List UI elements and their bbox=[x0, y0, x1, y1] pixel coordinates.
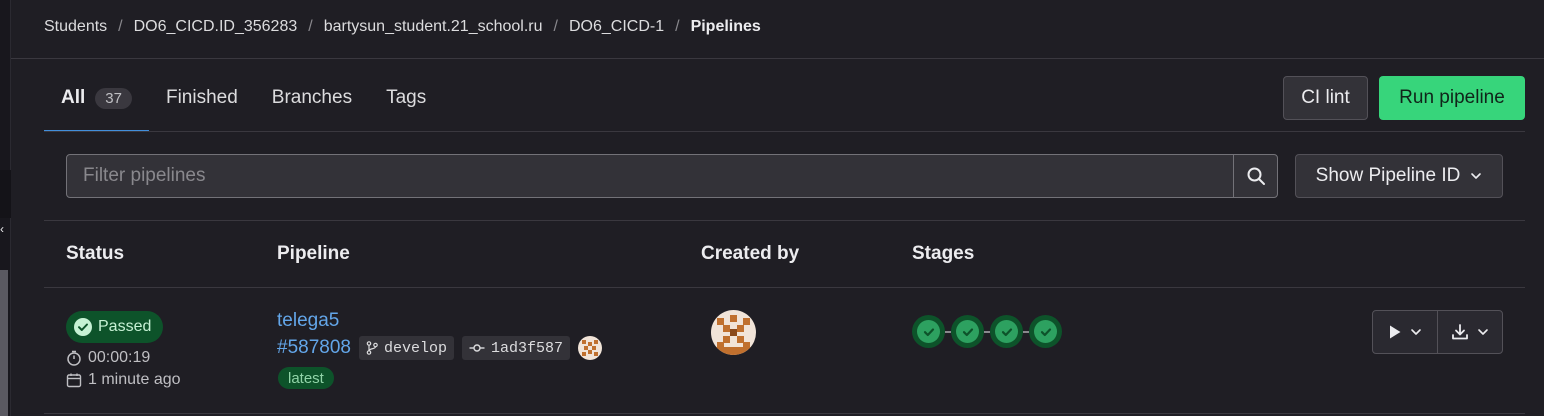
tab-tags[interactable]: Tags bbox=[369, 76, 443, 120]
check-icon bbox=[962, 327, 973, 336]
table-header-divider bbox=[44, 287, 1525, 288]
filter-pipelines-input[interactable] bbox=[67, 155, 1233, 197]
breadcrumb-item-students[interactable]: Students bbox=[44, 18, 107, 36]
stage-status-passed-2[interactable] bbox=[951, 315, 984, 348]
identicon-icon bbox=[711, 310, 756, 355]
tabs-divider bbox=[44, 131, 1525, 132]
finished-time-text: 1 minute ago bbox=[88, 371, 181, 388]
breadcrumb-separator: / bbox=[118, 18, 123, 35]
show-pipeline-id-dropdown[interactable]: Show Pipeline ID bbox=[1295, 154, 1503, 198]
stage-status-passed-4[interactable] bbox=[1029, 315, 1062, 348]
collapse-caret-icon[interactable]: ‹ bbox=[0, 222, 4, 236]
commit-author-avatar[interactable] bbox=[578, 336, 602, 360]
chevron-down-icon bbox=[1411, 329, 1421, 335]
pipeline-name-link[interactable]: telega5 bbox=[277, 310, 339, 332]
pipeline-refs: #587808 develop 1ad3f587 bbox=[277, 336, 602, 360]
pipeline-id-link[interactable]: #587808 bbox=[277, 337, 351, 359]
status-badge[interactable]: Passed bbox=[66, 311, 164, 343]
branch-ref-chip[interactable]: develop bbox=[358, 336, 454, 360]
breadcrumb-item-project[interactable]: DO6_CICD-1 bbox=[569, 18, 664, 36]
tab-finished[interactable]: Finished bbox=[149, 76, 255, 120]
branch-icon bbox=[366, 341, 378, 355]
calendar-icon bbox=[66, 373, 82, 388]
breadcrumb-current[interactable]: Pipelines bbox=[691, 18, 761, 36]
header-divider bbox=[11, 58, 1544, 59]
search-button[interactable] bbox=[1233, 155, 1277, 197]
column-header-created-by: Created by bbox=[701, 243, 800, 264]
status-label: Passed bbox=[98, 318, 152, 335]
run-pipeline-button[interactable]: Run pipeline bbox=[1379, 76, 1525, 120]
check-icon bbox=[1040, 327, 1051, 336]
creator-avatar[interactable] bbox=[711, 310, 756, 355]
pipeline-tabs: All 37 Finished Branches Tags bbox=[44, 76, 443, 132]
chevron-down-icon bbox=[1478, 329, 1488, 335]
download-artifacts-dropdown[interactable] bbox=[1437, 311, 1502, 353]
timer-icon bbox=[67, 350, 81, 366]
ci-lint-button[interactable]: CI lint bbox=[1283, 76, 1368, 120]
identicon-icon bbox=[578, 336, 602, 360]
filter-bar bbox=[66, 154, 1278, 198]
sidebar-shade bbox=[0, 170, 11, 218]
show-pipeline-id-label: Show Pipeline ID bbox=[1315, 165, 1461, 186]
breadcrumb-separator: / bbox=[675, 18, 680, 35]
pipeline-stages bbox=[912, 315, 1062, 348]
tab-all[interactable]: All 37 bbox=[44, 76, 149, 132]
duration-text: 00:00:19 bbox=[88, 349, 151, 366]
tab-branches[interactable]: Branches bbox=[255, 76, 369, 120]
pipeline-finished-time: 1 minute ago bbox=[66, 371, 181, 389]
breadcrumb-separator: / bbox=[553, 18, 558, 35]
filter-divider bbox=[44, 220, 1525, 221]
column-header-pipeline: Pipeline bbox=[277, 243, 350, 264]
check-circle-icon bbox=[74, 318, 92, 336]
commit-sha-chip[interactable]: 1ad3f587 bbox=[461, 336, 570, 360]
table-row-divider bbox=[44, 413, 1525, 414]
tab-all-count-badge: 37 bbox=[95, 87, 132, 109]
run-manual-job-dropdown[interactable] bbox=[1373, 311, 1437, 353]
pipeline-actions bbox=[1372, 310, 1503, 354]
breadcrumb-item-user[interactable]: bartysun_student.21_school.ru bbox=[324, 18, 543, 36]
breadcrumb-item-group[interactable]: DO6_CICD.ID_356283 bbox=[134, 18, 298, 36]
commit-icon bbox=[469, 344, 485, 352]
search-icon bbox=[1247, 167, 1265, 185]
latest-badge: latest bbox=[278, 367, 334, 389]
column-header-stages: Stages bbox=[912, 243, 975, 264]
breadcrumb-separator: / bbox=[308, 18, 313, 35]
column-header-status: Status bbox=[66, 243, 125, 264]
branch-name: develop bbox=[383, 339, 447, 357]
stage-status-passed-1[interactable] bbox=[912, 315, 945, 348]
breadcrumb: Students / DO6_CICD.ID_356283 / bartysun… bbox=[44, 16, 761, 38]
left-sidebar-edge: ‹ bbox=[0, 0, 11, 416]
commit-sha: 1ad3f587 bbox=[490, 339, 563, 357]
scrollbar-thumb[interactable] bbox=[0, 270, 8, 416]
download-icon bbox=[1452, 324, 1468, 340]
chevron-down-icon bbox=[1471, 173, 1482, 179]
check-icon bbox=[923, 327, 934, 336]
play-icon bbox=[1390, 325, 1401, 339]
check-icon bbox=[1001, 327, 1012, 336]
stage-status-passed-3[interactable] bbox=[990, 315, 1023, 348]
tab-all-label: All bbox=[61, 87, 86, 108]
pipeline-duration: 00:00:19 bbox=[66, 349, 150, 367]
